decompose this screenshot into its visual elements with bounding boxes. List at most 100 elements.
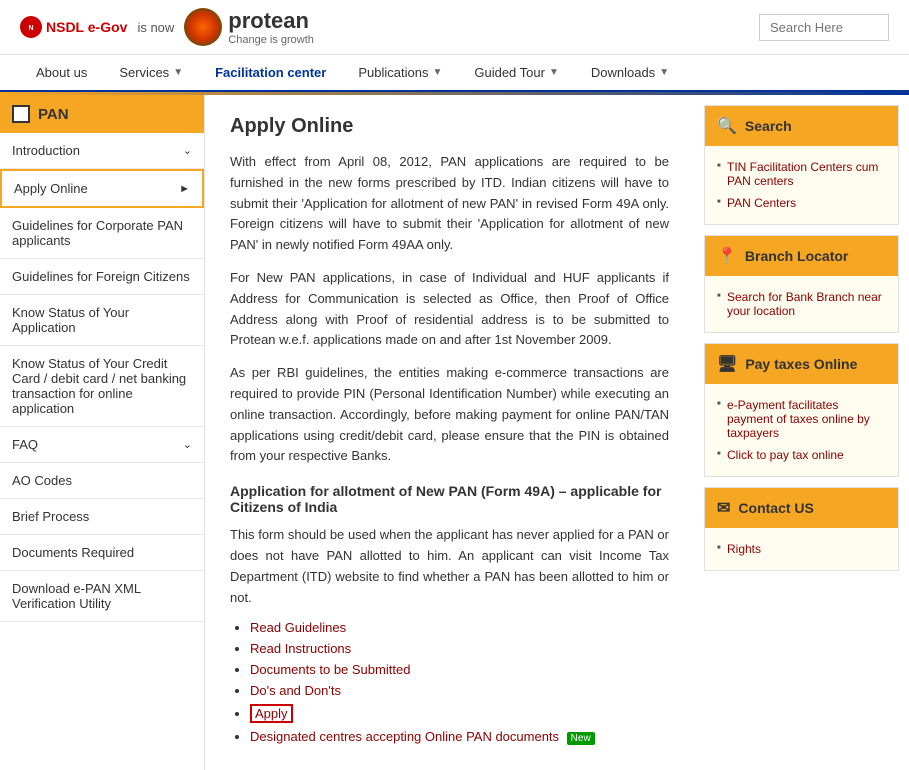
nav-item-guided-tour[interactable]: Guided Tour ▼ bbox=[458, 55, 575, 90]
sidebar-item-label: Guidelines for Corporate PAN applicants bbox=[12, 218, 192, 248]
epayment-link[interactable]: e-Payment facilitates payment of taxes o… bbox=[727, 398, 870, 440]
pay-taxes-item-2: Click to pay tax online bbox=[717, 444, 886, 466]
pay-taxes-title: Pay taxes Online bbox=[745, 356, 857, 372]
rights-link[interactable]: Rights bbox=[727, 542, 761, 556]
main-nav: About us Services ▼ Facilitation center … bbox=[0, 55, 909, 92]
tin-link[interactable]: TIN Facilitation Centers cum PAN centers bbox=[727, 160, 878, 188]
list-item-documents-submitted: Documents to be Submitted bbox=[250, 662, 669, 677]
list-item-read-guidelines: Read Guidelines bbox=[250, 620, 669, 635]
sidebar-item-introduction[interactable]: Introduction ⌄ bbox=[0, 133, 204, 169]
content-para-2: For New PAN applications, in case of Ind… bbox=[230, 268, 669, 351]
protean-text-area: protean Change is growth bbox=[228, 8, 314, 46]
apply-online-arrow: ► bbox=[179, 183, 190, 195]
downloads-arrow: ▼ bbox=[659, 67, 669, 78]
pay-taxes-body: e-Payment facilitates payment of taxes o… bbox=[705, 384, 898, 476]
contact-title: Contact US bbox=[738, 500, 813, 516]
guided-tour-arrow: ▼ bbox=[549, 67, 559, 78]
protean-tagline: Change is growth bbox=[228, 34, 314, 46]
list-item-dos-donts: Do's and Don'ts bbox=[250, 683, 669, 698]
list-item-apply: Apply bbox=[250, 704, 669, 723]
apply-box: Apply bbox=[250, 704, 293, 723]
list-item-designated-centres: Designated centres accepting Online PAN … bbox=[250, 729, 669, 744]
search-item-pan: PAN Centers bbox=[717, 192, 886, 214]
branch-locator-widget: 📍 Branch Locator Search for Bank Branch … bbox=[704, 235, 899, 333]
contact-item-rights: Rights bbox=[717, 538, 886, 560]
section-intro: This form should be used when the applic… bbox=[230, 525, 669, 608]
logo-area: N NSDL e-Gov is now protean Change is gr… bbox=[20, 8, 314, 46]
sidebar-item-apply-online[interactable]: Apply Online ► bbox=[0, 169, 204, 208]
nsdl-logo: N NSDL e-Gov bbox=[20, 16, 127, 38]
click-pay-link[interactable]: Click to pay tax online bbox=[727, 448, 844, 462]
pan-centers-link[interactable]: PAN Centers bbox=[727, 196, 796, 210]
search-item-tin: TIN Facilitation Centers cum PAN centers bbox=[717, 156, 886, 192]
sidebar-item-download-utility[interactable]: Download e-PAN XML Verification Utility bbox=[0, 571, 204, 622]
sidebar-item-label: Documents Required bbox=[12, 545, 134, 560]
search-widget-body: TIN Facilitation Centers cum PAN centers… bbox=[705, 146, 898, 224]
contact-icon: ✉ bbox=[717, 498, 730, 518]
main-container: PAN Introduction ⌄ Apply Online ► Guidel… bbox=[0, 95, 909, 770]
faq-arrow: ⌄ bbox=[183, 438, 192, 451]
nav-item-downloads[interactable]: Downloads ▼ bbox=[575, 55, 685, 90]
sidebar-item-credit-card-status[interactable]: Know Status of Your Credit Card / debit … bbox=[0, 346, 204, 427]
left-sidebar: PAN Introduction ⌄ Apply Online ► Guidel… bbox=[0, 95, 205, 770]
sidebar-item-ao-codes[interactable]: AO Codes bbox=[0, 463, 204, 499]
sidebar-item-label: Introduction bbox=[12, 143, 80, 158]
branch-locator-item: Search for Bank Branch near your locatio… bbox=[717, 286, 886, 322]
section-title: Application for allotment of New PAN (Fo… bbox=[230, 483, 669, 515]
nav-item-about[interactable]: About us bbox=[20, 55, 103, 90]
protean-logo: protean Change is growth bbox=[184, 8, 314, 46]
services-arrow: ▼ bbox=[173, 67, 183, 78]
header: N NSDL e-Gov is now protean Change is gr… bbox=[0, 0, 909, 55]
sidebar-item-documents-required[interactable]: Documents Required bbox=[0, 535, 204, 571]
search-input[interactable] bbox=[759, 14, 889, 41]
dos-donts-link[interactable]: Do's and Don'ts bbox=[250, 683, 341, 698]
sidebar-item-label: Know Status of Your Credit Card / debit … bbox=[12, 356, 192, 416]
right-sidebar: 🔍 Search TIN Facilitation Centers cum PA… bbox=[694, 95, 909, 770]
sidebar-item-label: Guidelines for Foreign Citizens bbox=[12, 269, 190, 284]
branch-search-link[interactable]: Search for Bank Branch near your locatio… bbox=[727, 290, 882, 318]
sidebar-item-label: Brief Process bbox=[12, 509, 89, 524]
branch-locator-header: 📍 Branch Locator bbox=[705, 236, 898, 276]
page-title: Apply Online bbox=[230, 115, 669, 138]
read-instructions-link[interactable]: Read Instructions bbox=[250, 641, 351, 656]
pay-taxes-widget: 🖥 Pay taxes Online e-Payment facilitates… bbox=[704, 343, 899, 477]
sidebar-item-label: Download e-PAN XML Verification Utility bbox=[12, 581, 192, 611]
intro-arrow: ⌄ bbox=[183, 144, 192, 157]
svg-text:N: N bbox=[28, 25, 33, 32]
sidebar-item-know-status[interactable]: Know Status of Your Application bbox=[0, 295, 204, 346]
content-para-1: With effect from April 08, 2012, PAN app… bbox=[230, 152, 669, 256]
contact-body: Rights bbox=[705, 528, 898, 570]
sidebar-item-label: AO Codes bbox=[12, 473, 72, 488]
pan-icon bbox=[12, 105, 30, 123]
search-widget-icon: 🔍 bbox=[717, 116, 737, 136]
links-list: Read Guidelines Read Instructions Docume… bbox=[250, 620, 669, 744]
nav-item-services[interactable]: Services ▼ bbox=[103, 55, 199, 90]
pay-taxes-header: 🖥 Pay taxes Online bbox=[705, 344, 898, 384]
sidebar-item-label: Apply Online bbox=[14, 181, 88, 196]
sidebar-item-brief-process[interactable]: Brief Process bbox=[0, 499, 204, 535]
sidebar-item-foreign-guidelines[interactable]: Guidelines for Foreign Citizens bbox=[0, 259, 204, 295]
nsdl-icon: N bbox=[20, 16, 42, 38]
publications-arrow: ▼ bbox=[432, 67, 442, 78]
documents-submitted-link[interactable]: Documents to be Submitted bbox=[250, 662, 410, 677]
designated-centres-link[interactable]: Designated centres accepting Online PAN … bbox=[250, 729, 559, 744]
sidebar-header: PAN bbox=[0, 95, 204, 133]
sidebar-item-label: Know Status of Your Application bbox=[12, 305, 192, 335]
sidebar-item-corporate-guidelines[interactable]: Guidelines for Corporate PAN applicants bbox=[0, 208, 204, 259]
read-guidelines-link[interactable]: Read Guidelines bbox=[250, 620, 346, 635]
nav-item-publications[interactable]: Publications ▼ bbox=[342, 55, 458, 90]
nsdl-label: NSDL e-Gov bbox=[46, 19, 127, 35]
search-widget: 🔍 Search TIN Facilitation Centers cum PA… bbox=[704, 105, 899, 225]
sidebar-item-faq[interactable]: FAQ ⌄ bbox=[0, 427, 204, 463]
contact-header: ✉ Contact US bbox=[705, 488, 898, 528]
content-para-3: As per RBI guidelines, the entities maki… bbox=[230, 363, 669, 467]
search-widget-title: Search bbox=[745, 118, 792, 134]
contact-widget: ✉ Contact US Rights bbox=[704, 487, 899, 571]
sidebar-item-label: FAQ bbox=[12, 437, 38, 452]
search-widget-header: 🔍 Search bbox=[705, 106, 898, 146]
pay-taxes-icon: 🖥 bbox=[717, 354, 737, 374]
nav-item-facilitation[interactable]: Facilitation center bbox=[199, 55, 342, 90]
branch-locator-icon: 📍 bbox=[717, 246, 737, 266]
branch-locator-title: Branch Locator bbox=[745, 248, 848, 264]
apply-link[interactable]: Apply bbox=[255, 706, 288, 721]
